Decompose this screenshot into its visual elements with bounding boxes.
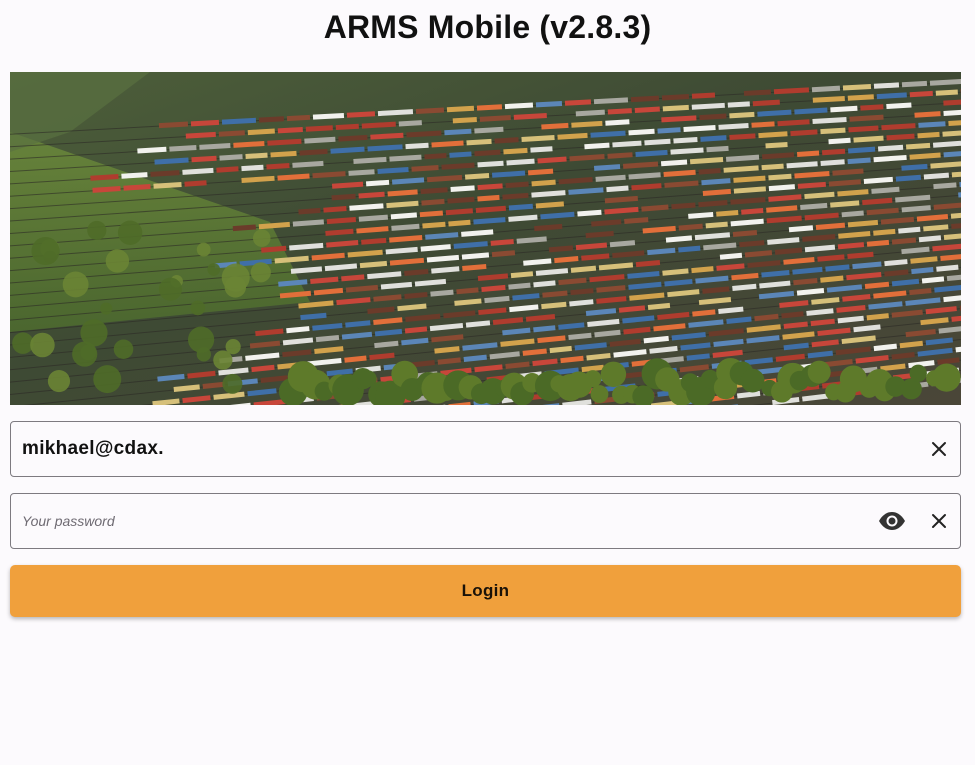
- email-input[interactable]: [22, 422, 902, 476]
- tree: [100, 302, 113, 315]
- login-screen: ARMS Mobile (v2.8.3) mikhael@cdax. Login: [0, 0, 975, 765]
- tree: [117, 220, 143, 245]
- tree: [113, 339, 134, 360]
- password-field[interactable]: [10, 493, 961, 549]
- eye-icon[interactable]: [878, 507, 906, 535]
- tree: [909, 364, 927, 383]
- close-icon[interactable]: [925, 507, 953, 535]
- close-icon[interactable]: [925, 435, 953, 463]
- tree: [600, 361, 627, 387]
- tree: [196, 242, 211, 257]
- rail-yard-banner-image: [10, 72, 961, 405]
- tree: [190, 300, 206, 316]
- tree: [47, 369, 71, 393]
- rail-yard-illustration: [10, 72, 961, 405]
- tree: [932, 363, 961, 392]
- login-button[interactable]: Login: [10, 565, 961, 617]
- tree: [105, 249, 130, 273]
- tree: [740, 368, 765, 393]
- tree: [225, 339, 241, 355]
- tree: [43, 250, 57, 264]
- tree: [80, 344, 97, 361]
- tree: [250, 262, 271, 283]
- tree: [30, 332, 55, 358]
- tree: [62, 271, 89, 298]
- tree: [224, 276, 247, 298]
- tree: [93, 365, 122, 394]
- email-field[interactable]: [10, 421, 961, 477]
- tree: [207, 263, 221, 276]
- tree: [80, 319, 108, 347]
- tree: [87, 220, 107, 241]
- tree: [187, 326, 215, 353]
- password-input[interactable]: [22, 494, 862, 548]
- app-title: ARMS Mobile (v2.8.3): [323, 9, 652, 45]
- tree: [158, 277, 183, 301]
- tree: [252, 229, 271, 247]
- tree: [807, 360, 831, 384]
- tree: [590, 385, 609, 404]
- tree: [222, 373, 243, 394]
- tree: [584, 370, 602, 388]
